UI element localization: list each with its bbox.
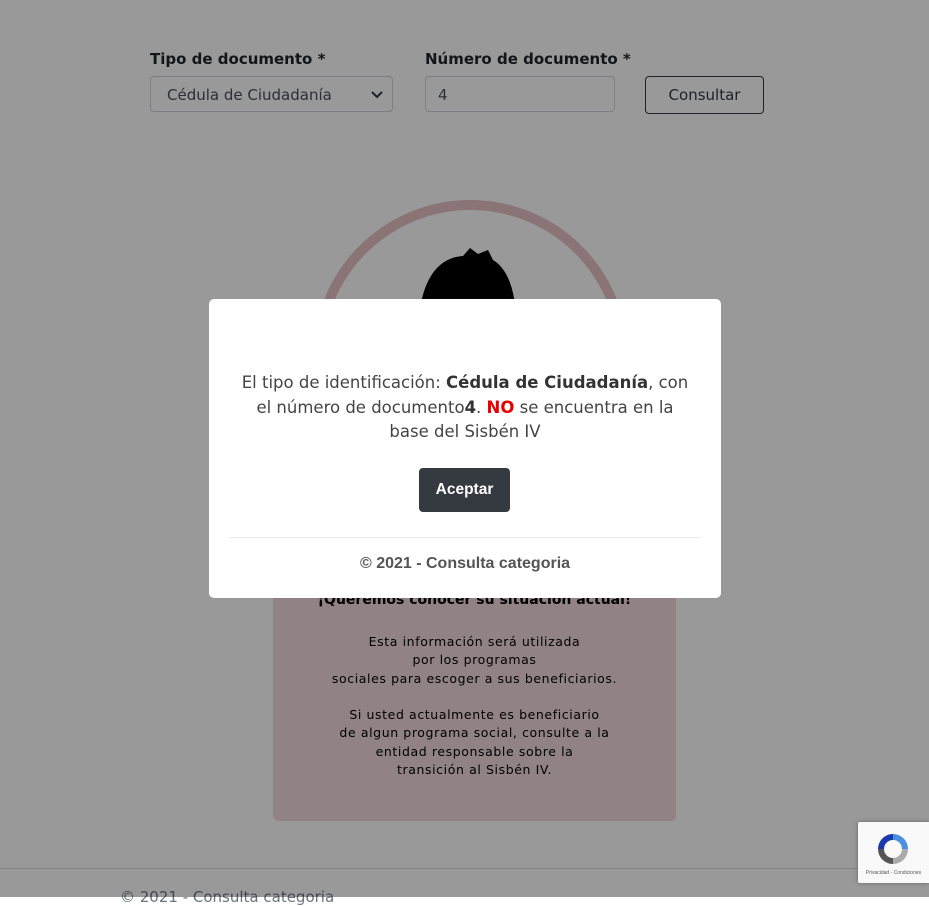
msg-dot: . <box>476 397 487 417</box>
msg-doc-number: 4 <box>464 397 477 417</box>
accept-button[interactable]: Aceptar <box>419 468 510 512</box>
modal-footer: © 2021 - Consulta categoria <box>359 555 571 572</box>
recaptcha-icon <box>878 834 908 864</box>
result-modal: El tipo de identificación: Cédula de Ciu… <box>209 299 721 598</box>
modal-message: El tipo de identificación: Cédula de Ciu… <box>239 371 691 445</box>
recaptcha-links[interactable]: Privacidad - Condiciones <box>858 870 929 876</box>
msg-no-word: NO <box>486 397 515 417</box>
recaptcha-badge[interactable]: Privacidad - Condiciones <box>858 822 929 883</box>
msg-doc-type: Cédula de Ciudadanía <box>446 373 649 392</box>
modal-divider <box>229 537 701 538</box>
msg-prefix: El tipo de identificación: <box>241 373 447 392</box>
